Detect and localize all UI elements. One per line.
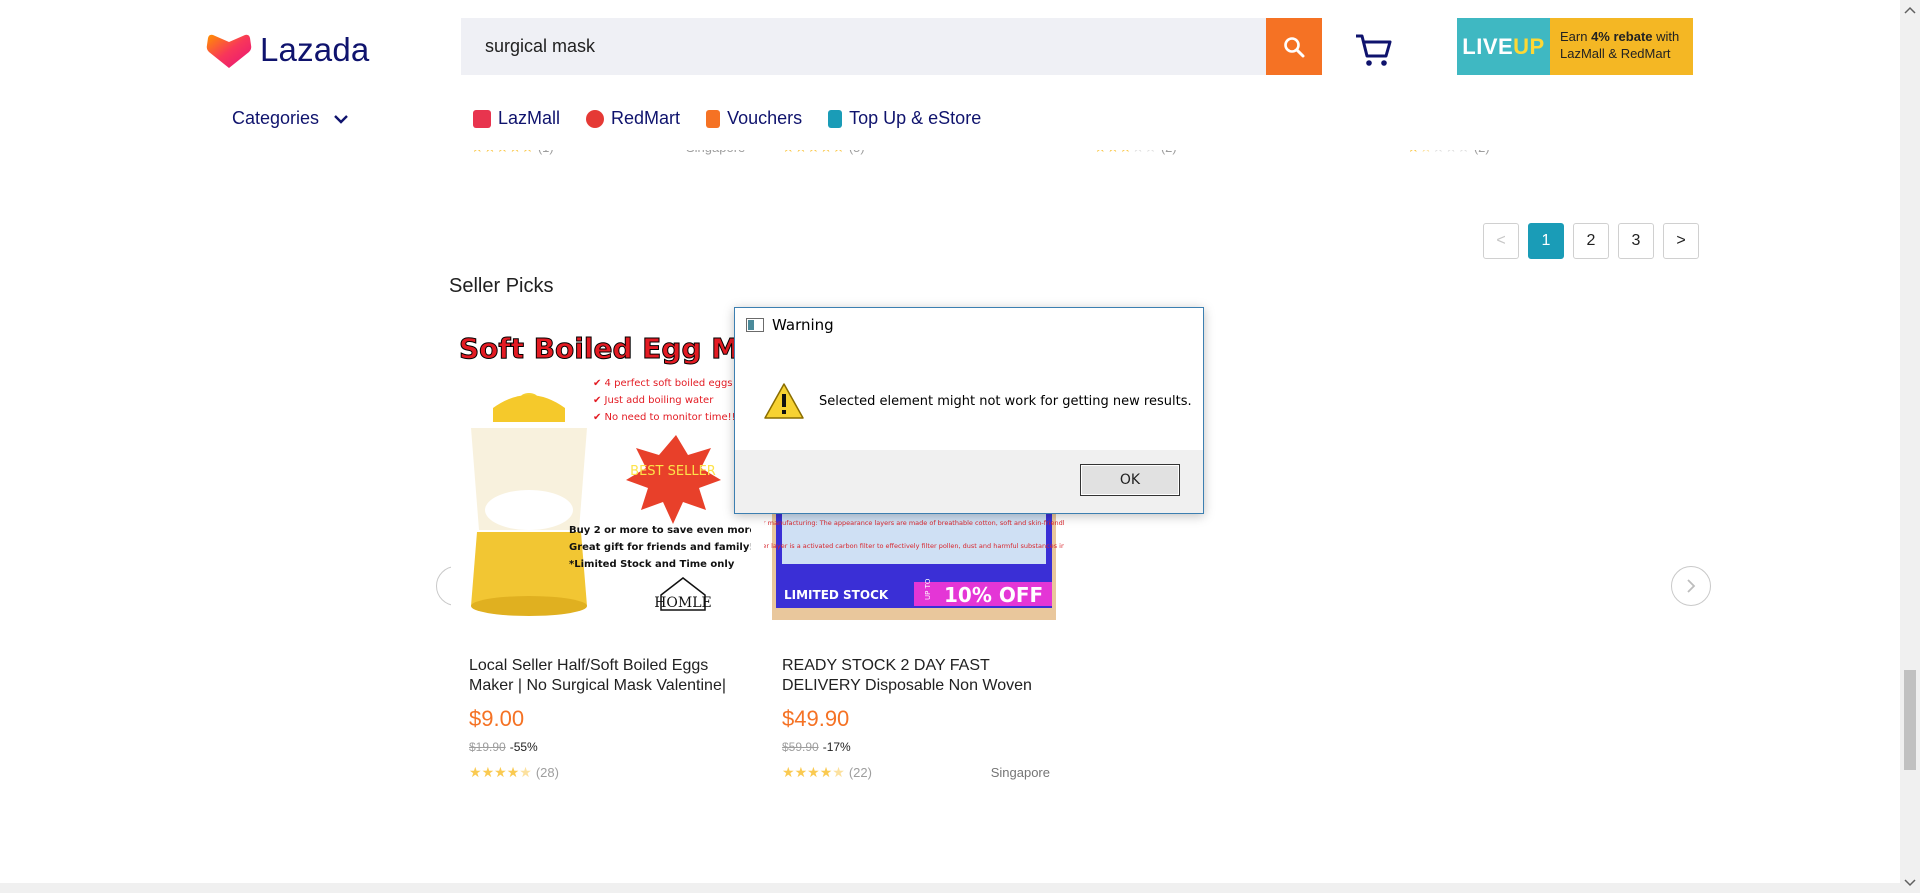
dialog-titlebar: Warning (735, 308, 1203, 342)
warning-icon (764, 383, 804, 419)
product-original-price: $19.90 -55% (469, 740, 538, 754)
chevron-down-icon (334, 114, 348, 124)
redmart-icon (586, 109, 605, 128)
star-rating: ★★★★★ (469, 765, 532, 780)
scroll-up-arrow[interactable] (1900, 0, 1920, 20)
categories-dropdown[interactable]: Categories (232, 108, 349, 129)
discount-banner: 10% OFF (944, 583, 1043, 607)
star-icon: ★ (494, 764, 507, 780)
dialog-title: Warning (772, 316, 834, 334)
lazada-heart-icon (206, 34, 252, 68)
scrollbar[interactable] (1900, 0, 1920, 893)
review-count: (22) (848, 765, 872, 780)
image-caption: Thick Four-layer manufacturing: The appe… (764, 519, 1064, 527)
product-original-price: $59.90 -17% (782, 740, 851, 754)
star-icon: ★ (782, 764, 795, 780)
product-title[interactable]: READY STOCK 2 DAY FAST DELIVERY Disposab… (764, 656, 1064, 696)
phone-icon (828, 109, 843, 128)
pagination: < 1 2 3 > (1483, 223, 1699, 259)
image-bullet: Buy 2 or more to save even more! (569, 525, 751, 536)
lazmall-icon (473, 109, 491, 128)
chevron-right-icon (1687, 579, 1696, 593)
product-title[interactable]: Local Seller Half/Soft Boiled Eggs Maker… (451, 656, 751, 696)
egg-maker-image: Soft Boiled Egg Make ✔ 4 perfect soft bo… (459, 332, 751, 616)
next-page-button[interactable]: > (1663, 223, 1699, 259)
search-bar (461, 18, 1322, 75)
star-icon: ★ (469, 764, 482, 780)
image-headline: Soft Boiled Egg Make (459, 332, 751, 365)
product-rating: ★★★★★ (22) Singapore (764, 765, 1064, 780)
star-icon: ★ (819, 764, 833, 780)
liveup-logo: LIVE UP (1457, 18, 1550, 75)
section-title: Seller Picks (449, 275, 554, 297)
brand-mark: HOMLE (654, 595, 712, 611)
nav-vouchers[interactable]: Vouchers (706, 108, 802, 129)
up-to-label: UP TO (924, 578, 932, 600)
product-rating: ★★★★★ (28) (451, 765, 751, 780)
star-icon: ★ (832, 764, 845, 780)
window-icon (746, 318, 764, 332)
nav-redmart[interactable]: RedMart (586, 108, 680, 129)
limited-stock-label: LIMITED STOCK (784, 588, 889, 602)
logo-text: Lazada (260, 31, 370, 68)
nav-label: RedMart (611, 108, 681, 128)
star-icon: ★ (794, 764, 808, 780)
nav-lazmall[interactable]: LazMall (473, 108, 560, 129)
chevron-down-icon (1904, 879, 1916, 887)
best-seller-badge: BEST SELLER (630, 464, 716, 479)
product-image[interactable]: Soft Boiled Egg Make ✔ 4 perfect soft bo… (451, 320, 751, 620)
star-rating: ★★★★★ (782, 765, 845, 780)
categories-label: Categories (232, 108, 320, 128)
site-header: Lazada LIVEUP Earn 4% rebate (0, 0, 1900, 150)
page-3-button[interactable]: 3 (1618, 223, 1654, 259)
warning-dialog: Warning Selected element might not work … (734, 307, 1204, 514)
dialog-footer: OK (735, 450, 1203, 513)
nav-label: LazMall (498, 108, 561, 128)
scroll-down-arrow[interactable] (1900, 873, 1920, 893)
prev-page-button[interactable]: < (1483, 223, 1519, 259)
product-price: $49.90 (782, 706, 850, 731)
image-bullet: ✔ Just add boiling water (593, 395, 714, 406)
page: ★★★★★ (1) Singapore ★★★★★ (5) ★★★★★ (2) … (0, 0, 1920, 893)
page-footer-band (0, 883, 1900, 893)
nav-label: Vouchers (727, 108, 803, 128)
cart-icon (1356, 34, 1392, 66)
star-icon: ★ (519, 764, 532, 780)
search-button[interactable] (1266, 18, 1322, 75)
image-bullet: ✔ No need to monitor time!! (593, 412, 736, 423)
cart-button[interactable] (1354, 32, 1394, 73)
search-icon (1284, 36, 1305, 57)
liveup-promo-text: Earn 4% rebate with LazMall & RedMart (1550, 18, 1693, 75)
product-location: Singapore (990, 765, 1050, 780)
image-bullet: Great gift for friends and family! (569, 542, 751, 553)
page-1-button[interactable]: 1 (1528, 223, 1564, 259)
lazada-logo[interactable]: Lazada (206, 30, 369, 70)
star-icon: ★ (807, 764, 820, 780)
product-card[interactable]: Soft Boiled Egg Make ✔ 4 perfect soft bo… (451, 320, 751, 780)
product-price: $9.00 (469, 706, 525, 731)
liveup-banner[interactable]: LIVE UP Earn 4% rebate with LazMall & Red… (1457, 18, 1693, 75)
star-icon: ★ (506, 764, 520, 780)
nav-label: Top Up & eStore (849, 108, 982, 128)
carousel-next-button[interactable] (1671, 566, 1711, 606)
review-count: (28) (535, 765, 559, 780)
image-bullet: ✔ 4 perfect soft boiled eggs in 10 minu (593, 378, 751, 389)
chevron-up-icon (1904, 6, 1916, 14)
page-2-button[interactable]: 2 (1573, 223, 1609, 259)
ok-button[interactable]: OK (1080, 464, 1180, 496)
search-input[interactable] (461, 18, 1266, 75)
image-caption: The inner layer is a activated carbon fi… (764, 542, 1064, 550)
voucher-icon (706, 109, 721, 128)
scrollbar-thumb[interactable] (1904, 670, 1916, 770)
dialog-body: Selected element might not work for gett… (735, 342, 1203, 460)
star-icon: ★ (481, 764, 495, 780)
image-bullet: *Limited Stock and Time only (569, 559, 735, 570)
top-nav: LazMall RedMart Vouchers Top Up & eStore (473, 108, 981, 129)
dialog-message: Selected element might not work for gett… (819, 393, 1192, 409)
nav-topup-estore[interactable]: Top Up & eStore (828, 108, 981, 129)
